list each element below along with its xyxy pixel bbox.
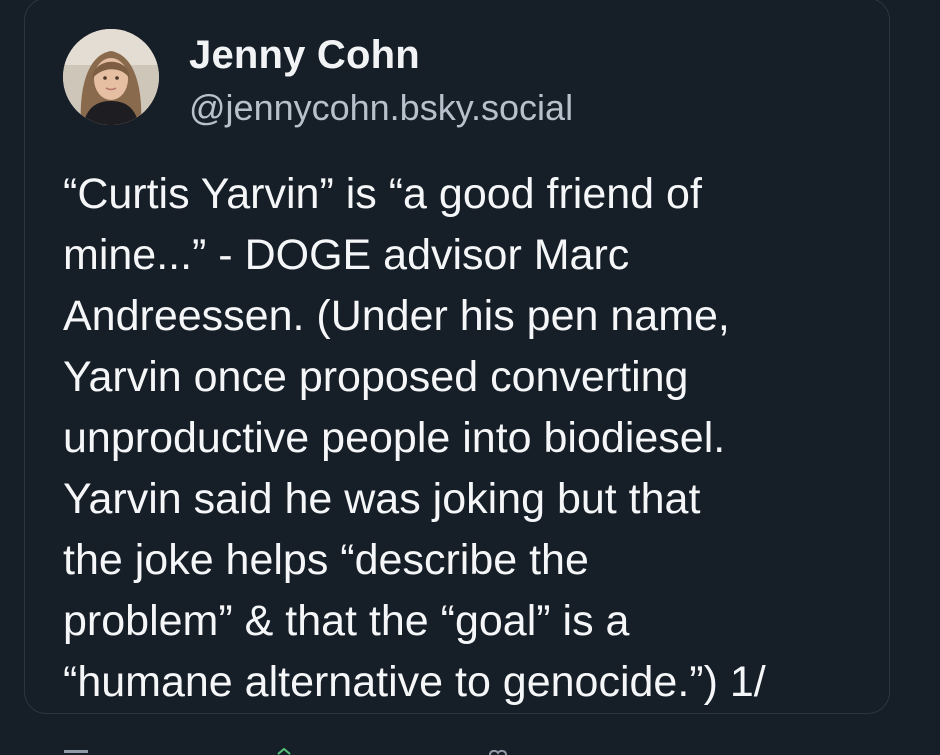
post-text-line: unproductive people into biodiesel. xyxy=(63,414,726,462)
author-handle[interactable]: @jennycohn.bsky.social xyxy=(189,87,573,129)
avatar-image xyxy=(63,29,159,125)
post-text-line: “humane alternative to genocide.”) 1/ xyxy=(63,658,766,706)
post-text-line: problem” & that the “goal” is a xyxy=(63,597,630,645)
post-text-line: the joke helps “describe the xyxy=(63,536,589,584)
post-text: “Curtis Yarvin” is “a good friend of min… xyxy=(63,164,878,713)
post-text-line: Andreessen. (Under his pen name, xyxy=(63,292,730,340)
post-card[interactable]: Jenny Cohn @jennycohn.bsky.social “Curti… xyxy=(24,0,890,714)
post-text-line: “Curtis Yarvin” is “a good friend of xyxy=(63,170,702,218)
reply-icon[interactable] xyxy=(62,748,90,755)
like-icon[interactable] xyxy=(486,748,510,755)
post-text-line: Yarvin once proposed converting xyxy=(63,353,689,401)
author-name[interactable]: Jenny Cohn xyxy=(189,33,420,78)
post-text-line: Yarvin said he was joking but that xyxy=(63,475,701,523)
post-action-bar xyxy=(0,740,940,755)
repost-icon[interactable] xyxy=(272,748,296,755)
avatar[interactable] xyxy=(63,29,159,125)
post-text-line: mine...” - DOGE advisor Marc xyxy=(63,231,630,279)
